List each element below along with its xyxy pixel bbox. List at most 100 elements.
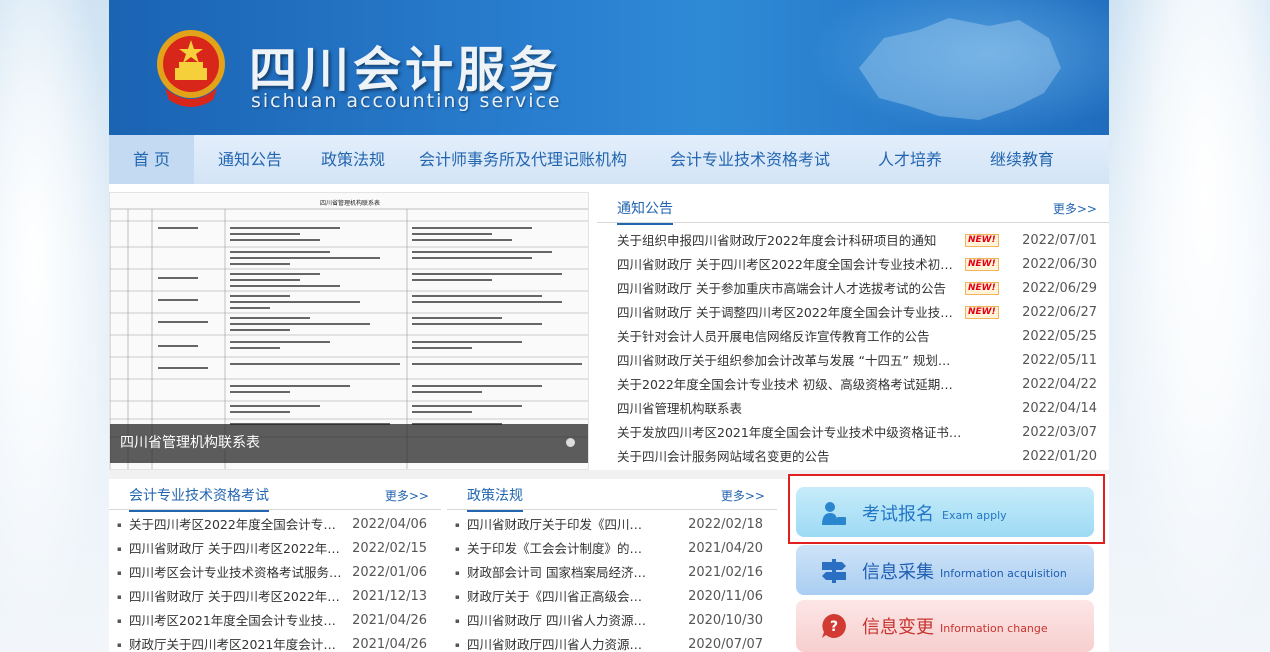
new-badge: NEW! xyxy=(965,234,999,247)
list-item-title[interactable]: 四川省财政厅 关于调整四川考区2022年度全国会计专业技术初… xyxy=(617,301,962,325)
list-item[interactable]: 关于印发《工会会计制度》的通知 2021/04/20 xyxy=(447,537,777,561)
site-subtitle: sichuan accounting service xyxy=(251,90,562,112)
main-nav: 首 页 通知公告 政策法规 会计师事务所及代理记账机构 会计专业技术资格考试 人… xyxy=(109,135,1109,184)
list-item-title[interactable]: 关于2022年度全国会计专业技术 初级、高级资格考试延期举行… xyxy=(617,373,962,397)
list-item-title[interactable]: 关于针对会计人员开展电信网络反诈宣传教育工作的公告 xyxy=(617,325,962,349)
list-item-date: 2022/03/07 xyxy=(1022,425,1097,440)
list-item-title[interactable]: 四川省财政厅 关于参加重庆市高端会计人才选拔考试的公告 xyxy=(617,277,962,301)
exam-apply-label: 考试报名 xyxy=(862,504,934,525)
info-acquisition-label: 信息采集 xyxy=(862,562,934,583)
list-item[interactable]: 四川省财政厅 关于参加重庆市高端会计人才选拔考试的公告 NEW! 2022/06/2… xyxy=(597,277,1109,301)
nav-item-talent-training[interactable]: 人才培养 xyxy=(854,135,966,184)
list-item[interactable]: 四川省管理机构联系表 2022/04/14 xyxy=(597,397,1109,421)
sichuan-map-graphic xyxy=(859,18,1061,120)
svg-text:?: ? xyxy=(830,619,838,635)
list-item[interactable]: 关于四川考区2022年度全国会计专业… 2022/04/06 xyxy=(109,513,441,537)
exam-more-link[interactable]: 更多>> xyxy=(385,487,429,504)
list-item[interactable]: 关于组织申报四川省财政厅2022年度会计科研项目的通知 NEW! 2022/07/0… xyxy=(597,229,1109,253)
notice-panel: 通知公告 更多>> 关于组织申报四川省财政厅2022年度会计科研项目的通知 NEW… xyxy=(597,192,1109,470)
list-item-title[interactable]: 四川省财政厅关于印发《四川省… xyxy=(467,513,653,537)
page-container: 四川会计服务 sichuan accounting service 首 页 通知… xyxy=(109,0,1109,652)
image-slider[interactable]: 四川省管理机构联系表 四川省管理机构联系表 xyxy=(109,192,589,470)
list-item-title[interactable]: 四川省财政厅 关于四川考区2022年度… xyxy=(129,537,343,561)
list-item-date: 2022/01/06 xyxy=(352,565,427,580)
slider-dot[interactable] xyxy=(566,438,575,447)
list-item[interactable]: 财政厅关于《四川省正高级会计… 2020/11/06 xyxy=(447,585,777,609)
policy-panel-title[interactable]: 政策法规 xyxy=(467,485,523,512)
signpost-icon xyxy=(822,559,846,583)
exam-list: 关于四川考区2022年度全国会计专业… 2022/04/06 四川省财政厅 关于四川… xyxy=(109,510,441,652)
site-header: 四川会计服务 sichuan accounting service xyxy=(109,0,1109,135)
info-change-button[interactable]: ? 信息变更 Information change xyxy=(796,600,1094,652)
list-item-title[interactable]: 财政厅关于《四川省正高级会计… xyxy=(467,585,653,609)
nav-item-firms-agencies[interactable]: 会计师事务所及代理记账机构 xyxy=(400,135,646,184)
list-item-date: 2021/02/16 xyxy=(688,565,763,580)
list-item-date: 2020/11/06 xyxy=(688,589,763,604)
nav-item-home[interactable]: 首 页 xyxy=(109,135,194,184)
list-item[interactable]: 财政部会计司 国家档案局经济科… 2021/02/16 xyxy=(447,561,777,585)
national-emblem-icon xyxy=(157,30,225,107)
list-item[interactable]: 四川考区2021年度全国会计专业技术… 2021/04/26 xyxy=(109,609,441,633)
list-item-title[interactable]: 关于发放四川考区2021年度全国会计专业技术中级资格证书的… xyxy=(617,421,962,445)
list-item-date: 2022/02/18 xyxy=(688,517,763,532)
info-acquisition-button[interactable]: 信息采集 Information acquisition xyxy=(796,545,1094,595)
list-item-title[interactable]: 四川省财政厅 四川省人力资源和… xyxy=(467,609,653,633)
question-bubble-icon: ? xyxy=(822,614,846,638)
nav-item-policies[interactable]: 政策法规 xyxy=(306,135,400,184)
new-badge: NEW! xyxy=(965,258,999,271)
background-cloud-left xyxy=(0,0,110,652)
list-item-title[interactable]: 四川省管理机构联系表 xyxy=(617,397,962,421)
list-item-title[interactable]: 财政厅关于四川考区2021年度会计初… xyxy=(129,633,343,652)
notice-more-link[interactable]: 更多>> xyxy=(1053,200,1097,217)
list-item[interactable]: 四川省财政厅关于组织参加会计改革与发展 “十四五” 规划网… 2022/05/11 xyxy=(597,349,1109,373)
list-item-title[interactable]: 四川省财政厅四川省人力资源和… xyxy=(467,633,653,652)
list-item-title[interactable]: 四川考区2021年度全国会计专业技术… xyxy=(129,609,343,633)
list-item-title[interactable]: 关于组织申报四川省财政厅2022年度会计科研项目的通知 xyxy=(617,229,962,253)
list-item-title[interactable]: 关于四川会计服务网站域名变更的公告 xyxy=(617,445,962,469)
list-item-date: 2022/04/22 xyxy=(1022,377,1097,392)
list-item-date: 2021/04/26 xyxy=(352,613,427,628)
list-item[interactable]: 四川省财政厅关于印发《四川省… 2022/02/18 xyxy=(447,513,777,537)
list-item-date: 2021/12/13 xyxy=(352,589,427,604)
list-item-date: 2022/06/27 xyxy=(1022,305,1097,320)
list-item[interactable]: 四川省财政厅 关于四川考区2022年度… 2021/12/13 xyxy=(109,585,441,609)
list-item[interactable]: 四川省财政厅四川省人力资源和… 2020/07/07 xyxy=(447,633,777,652)
quick-links: 考试报名 Exam apply 信息采集 Information acquisi… xyxy=(787,474,1109,652)
nav-item-qualification-exam[interactable]: 会计专业技术资格考试 xyxy=(646,135,854,184)
list-item-title[interactable]: 关于印发《工会会计制度》的通知 xyxy=(467,537,653,561)
exam-panel-header: 会计专业技术资格考试 更多>> xyxy=(109,479,441,512)
policy-panel-header: 政策法规 更多>> xyxy=(447,479,777,512)
list-item[interactable]: 关于四川会计服务网站域名变更的公告 2022/01/20 xyxy=(597,445,1109,469)
list-item-title[interactable]: 四川省财政厅 关于四川考区2022年度… xyxy=(129,585,343,609)
exam-apply-button[interactable]: 考试报名 Exam apply xyxy=(796,487,1094,537)
list-item-title[interactable]: 四川省财政厅 关于四川考区2022年度全国会计专业技术初级、高级… xyxy=(617,253,962,277)
list-item-title[interactable]: 财政部会计司 国家档案局经济科… xyxy=(467,561,653,585)
list-item[interactable]: 关于2022年度全国会计专业技术 初级、高级资格考试延期举行… 2022/04/2… xyxy=(597,373,1109,397)
list-item-date: 2022/01/20 xyxy=(1022,449,1097,464)
slide-caption[interactable]: 四川省管理机构联系表 xyxy=(110,424,588,463)
list-item[interactable]: 财政厅关于四川考区2021年度会计初… 2021/04/26 xyxy=(109,633,441,652)
list-item[interactable]: 四川考区会计专业技术资格考试服务事… 2022/01/06 xyxy=(109,561,441,585)
nav-item-continuing-education[interactable]: 继续教育 xyxy=(966,135,1078,184)
list-item[interactable]: 关于发放四川考区2021年度全国会计专业技术中级资格证书的… 2022/03/07 xyxy=(597,421,1109,445)
list-item-date: 2021/04/20 xyxy=(688,541,763,556)
list-item[interactable]: 四川省财政厅 四川省人力资源和… 2020/10/30 xyxy=(447,609,777,633)
list-item[interactable]: 四川省财政厅 关于四川考区2022年度… 2022/02/15 xyxy=(109,537,441,561)
new-badge: NEW! xyxy=(965,306,999,319)
notice-panel-title[interactable]: 通知公告 xyxy=(617,198,673,225)
nav-item-notices[interactable]: 通知公告 xyxy=(194,135,306,184)
exam-panel-title[interactable]: 会计专业技术资格考试 xyxy=(129,485,269,512)
info-change-label-en: Information change xyxy=(940,622,1048,635)
list-item[interactable]: 关于针对会计人员开展电信网络反诈宣传教育工作的公告 2022/05/25 xyxy=(597,325,1109,349)
list-item-title[interactable]: 四川考区会计专业技术资格考试服务事… xyxy=(129,561,343,585)
list-item-date: 2022/06/30 xyxy=(1022,257,1097,272)
exam-apply-label-en: Exam apply xyxy=(942,509,1007,522)
list-item-date: 2022/05/11 xyxy=(1022,353,1097,368)
list-item-date: 2020/10/30 xyxy=(688,613,763,628)
list-item[interactable]: 四川省财政厅 关于调整四川考区2022年度全国会计专业技术初… NEW! 2022/… xyxy=(597,301,1109,325)
list-item-title[interactable]: 关于四川考区2022年度全国会计专业… xyxy=(129,513,343,537)
policy-more-link[interactable]: 更多>> xyxy=(721,487,765,504)
new-badge: NEW! xyxy=(965,282,999,295)
list-item-title[interactable]: 四川省财政厅关于组织参加会计改革与发展 “十四五” 规划网… xyxy=(617,349,962,373)
list-item[interactable]: 四川省财政厅 关于四川考区2022年度全国会计专业技术初级、高级…NEW! 202… xyxy=(597,253,1109,277)
